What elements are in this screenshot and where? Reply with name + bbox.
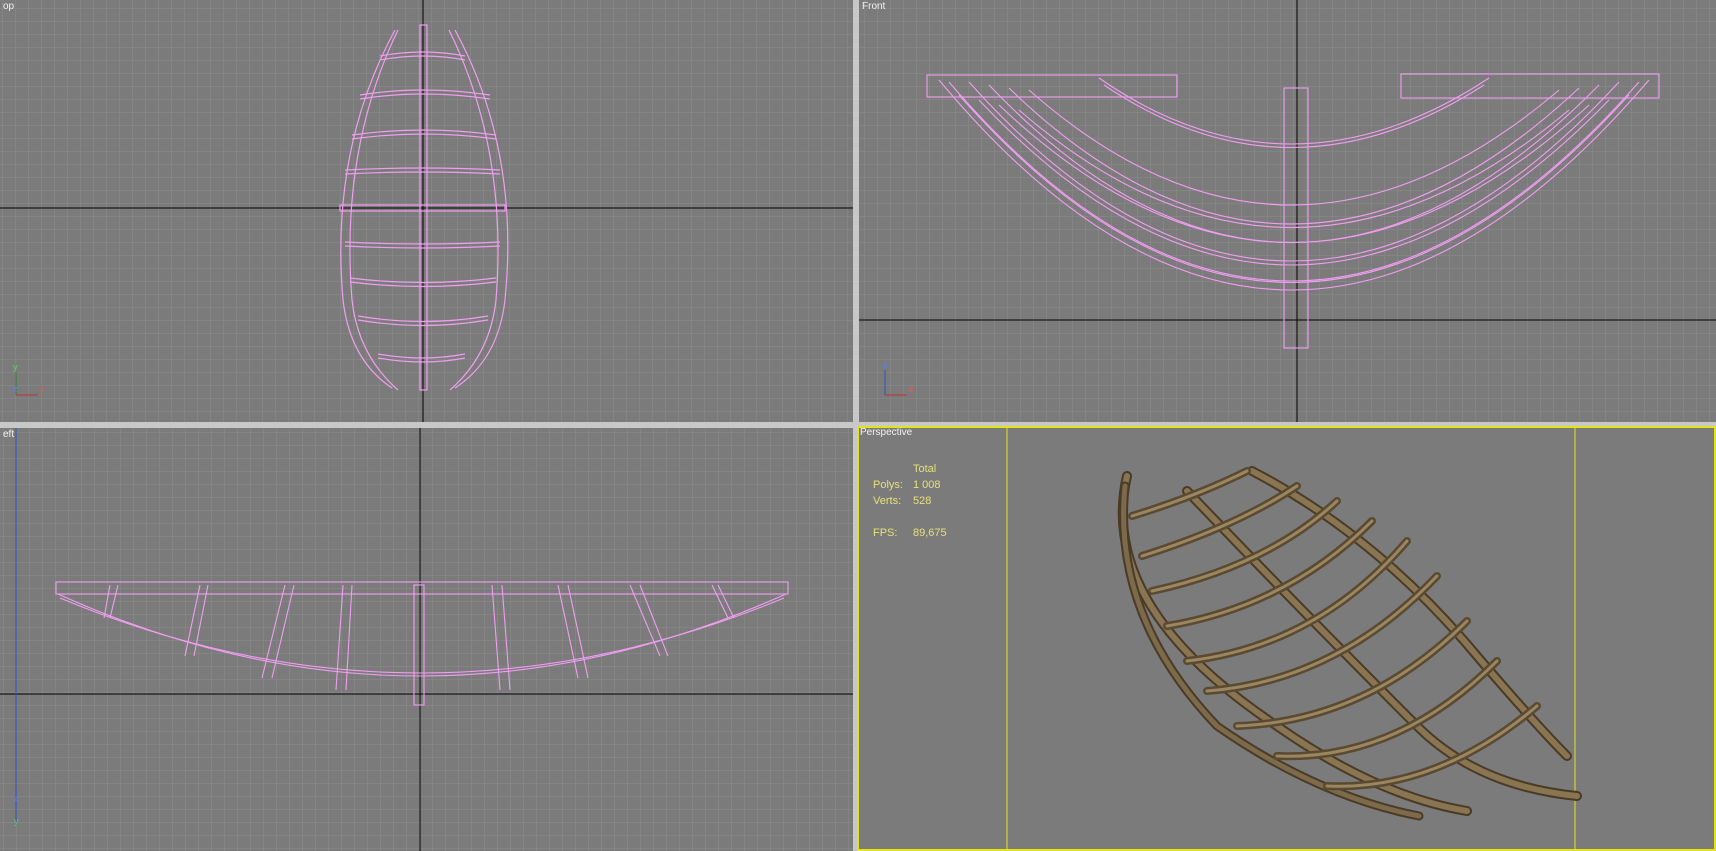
polys-value: 1 008 bbox=[913, 479, 941, 491]
top-grid-and-wireframe: y x z bbox=[0, 0, 853, 422]
viewport-label-top[interactable]: op bbox=[3, 1, 14, 12]
viewport-top[interactable]: y x z op bbox=[0, 0, 853, 422]
fps-value: 89,675 bbox=[913, 527, 947, 539]
boat-frame-model bbox=[1117, 466, 1582, 821]
viewport-front[interactable]: z x Front bbox=[859, 0, 1716, 422]
svg-text:z: z bbox=[14, 793, 19, 803]
fps-label: FPS: bbox=[873, 527, 898, 539]
perspective-render bbox=[1006, 426, 1582, 851]
viewport-label-front[interactable]: Front bbox=[862, 1, 885, 12]
svg-text:x: x bbox=[40, 384, 45, 394]
verts-label: Verts: bbox=[873, 495, 902, 507]
front-grid-and-wireframe: z x bbox=[859, 0, 1716, 422]
svg-text:y: y bbox=[14, 816, 19, 826]
viewport-label-perspective[interactable]: Perspective bbox=[860, 427, 912, 438]
verts-value: 528 bbox=[913, 495, 932, 507]
polys-label: Polys: bbox=[873, 479, 903, 491]
statistics-overlay: Total Polys: 1 008 Verts: 528 FPS: 89,675 bbox=[873, 461, 947, 541]
svg-text:z: z bbox=[883, 360, 888, 370]
svg-text:x: x bbox=[909, 384, 914, 394]
viewport-left[interactable]: z y eft bbox=[0, 428, 853, 851]
viewport-perspective[interactable]: Perspective Total Polys: 1 008 Verts: 528 … bbox=[857, 426, 1716, 851]
svg-text:z: z bbox=[13, 384, 18, 394]
viewport-label-left[interactable]: eft bbox=[3, 429, 14, 440]
stats-header: Total bbox=[913, 463, 937, 475]
svg-text:y: y bbox=[13, 362, 18, 372]
left-grid-and-wireframe: z y bbox=[0, 428, 853, 851]
